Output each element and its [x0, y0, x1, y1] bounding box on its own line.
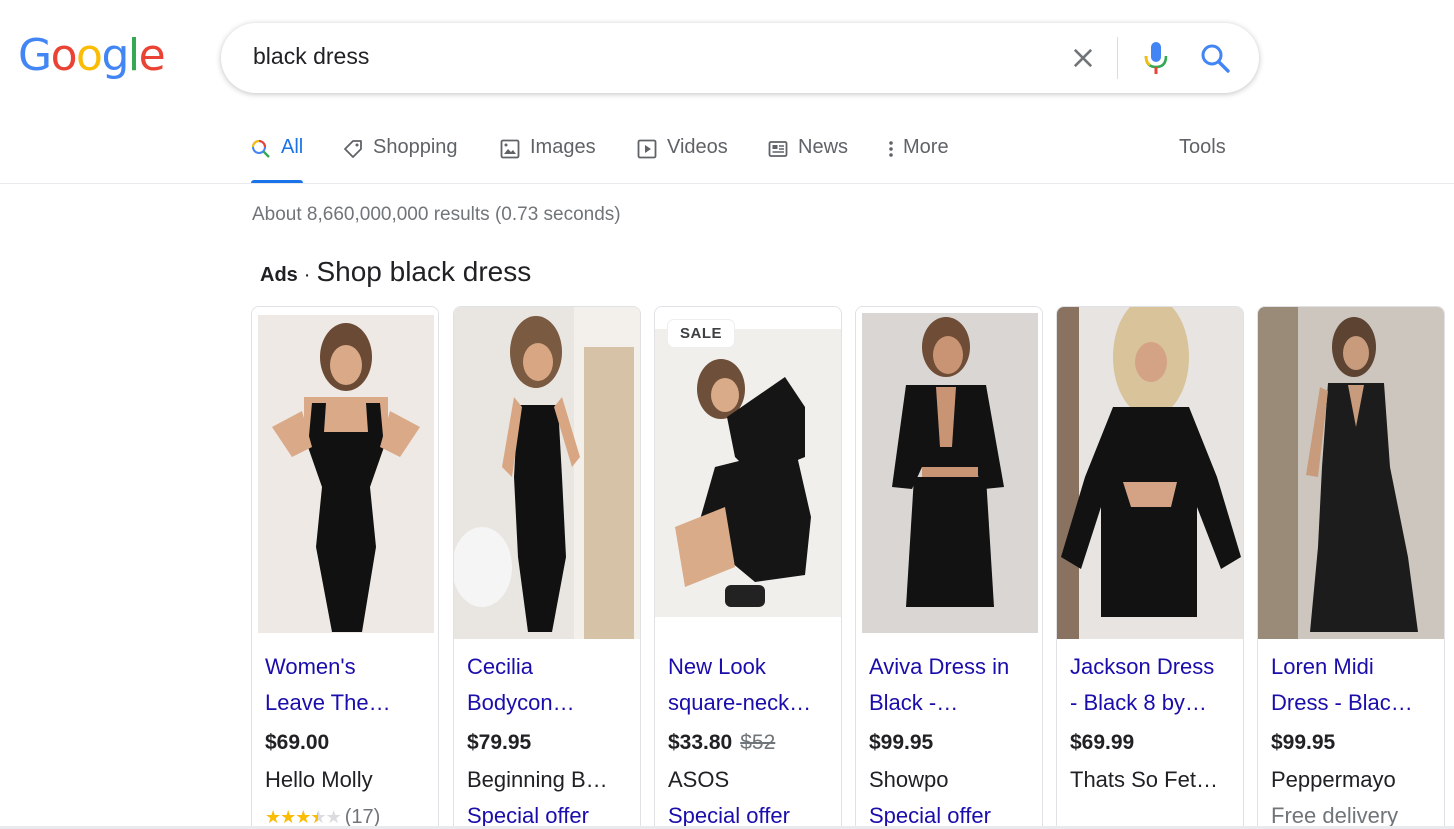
product-title-line: square-neck… [668, 690, 812, 715]
product-title-line: Loren Midi [1271, 654, 1374, 679]
sale-badge: SALE [668, 320, 735, 347]
play-icon [637, 139, 657, 159]
logo-letter: o [76, 30, 103, 81]
product-title[interactable]: Cecilia Bodycon… [467, 649, 635, 721]
product-title-line: Dress - Blac… [1271, 690, 1413, 715]
star-rating-icon: ★★★★★★ [265, 807, 342, 827]
search-input[interactable]: black dress [253, 43, 369, 70]
tab-more[interactable]: More [887, 136, 949, 183]
product-merchant: Beginning B… [467, 767, 608, 792]
product-image[interactable] [856, 307, 1042, 639]
search-icon[interactable] [1199, 42, 1231, 74]
google-logo[interactable]: Google [18, 30, 166, 81]
tab-label: More [903, 136, 949, 158]
product-price: $69.99 [1070, 731, 1135, 754]
tab-all[interactable]: All [251, 136, 304, 183]
search-icon [252, 140, 270, 158]
product-title-line: Jackson Dress [1070, 654, 1215, 679]
header-divider [0, 183, 1454, 184]
product-image[interactable]: SALE [655, 307, 841, 639]
product-image[interactable] [1057, 307, 1243, 639]
product-title-line: Black -… [869, 690, 959, 715]
search-divider [1117, 37, 1118, 79]
product-title-line: Leave The… [265, 690, 391, 715]
product-price: $99.95 [869, 731, 934, 754]
product-title-line: - Black 8 by… [1070, 690, 1207, 715]
tab-news[interactable]: News [768, 136, 848, 183]
product-price: $33.80 $52 [668, 731, 775, 755]
product-image[interactable] [252, 307, 438, 639]
product-title[interactable]: Loren Midi Dress - Blac… [1271, 649, 1439, 721]
product-card[interactable]: Jackson Dress - Black 8 by… $69.99 Thats… [1056, 306, 1244, 829]
product-image[interactable] [454, 307, 640, 639]
logo-letter: e [138, 30, 166, 81]
product-merchant: Thats So Fet… [1070, 767, 1218, 792]
tab-videos[interactable]: Videos [637, 136, 728, 183]
original-price: $52 [740, 731, 776, 754]
mic-icon[interactable] [1143, 41, 1169, 75]
product-card[interactable]: Aviva Dress in Black -… $99.95 Showpo Sp… [855, 306, 1043, 829]
product-title-line: Women's [265, 654, 356, 679]
tab-label: News [798, 136, 849, 158]
tab-images[interactable]: Images [500, 136, 596, 183]
tools-button[interactable]: Tools [1179, 136, 1226, 159]
ads-heading: Ads · Shop black dress [260, 256, 531, 288]
search-box: black dress [221, 23, 1259, 93]
ads-label: Ads [260, 264, 298, 286]
current-price: $33.80 [668, 731, 733, 754]
logo-letter: l [127, 30, 140, 81]
product-card[interactable]: Women's Leave The… $69.00 Hello Molly ★★… [251, 306, 439, 829]
close-icon[interactable] [1069, 44, 1097, 72]
product-title[interactable]: Aviva Dress in Black -… [869, 649, 1037, 721]
product-card[interactable]: Loren Midi Dress - Blac… $99.95 Pepperma… [1257, 306, 1445, 829]
logo-letter: G [18, 30, 52, 81]
tab-label: All [281, 136, 304, 158]
review-count: (17) [344, 806, 381, 828]
tag-icon [344, 140, 362, 158]
product-merchant: Peppermayo [1271, 767, 1396, 792]
ads-separator: · [303, 264, 311, 286]
product-image[interactable] [1258, 307, 1444, 639]
product-merchant: Hello Molly [265, 767, 373, 792]
product-title[interactable]: Jackson Dress - Black 8 by… [1070, 649, 1238, 721]
product-card[interactable]: Cecilia Bodycon… $79.95 Beginning B… Spe… [453, 306, 641, 829]
tab-label: Videos [667, 136, 728, 158]
news-icon [768, 141, 788, 157]
product-title-line: New Look [668, 654, 766, 679]
product-title[interactable]: New Look square-neck… [668, 649, 836, 721]
image-icon [500, 139, 520, 159]
product-title[interactable]: Women's Leave The… [265, 649, 433, 721]
product-price: $79.95 [467, 731, 532, 754]
product-title-line: Aviva Dress in [869, 654, 1010, 679]
tab-shopping[interactable]: Shopping [343, 136, 458, 183]
product-title-line: Bodycon… [467, 690, 575, 715]
logo-letter: o [50, 30, 78, 81]
product-title-line: Cecilia [467, 654, 534, 679]
tab-label: Images [530, 136, 596, 158]
result-stats: About 8,660,000,000 results (0.73 second… [252, 204, 621, 225]
logo-letter: g [101, 30, 129, 81]
product-price: $69.00 [265, 731, 330, 754]
tab-label: Shopping [373, 136, 458, 158]
product-price: $99.95 [1271, 731, 1336, 754]
ads-title: Shop black dress [316, 256, 532, 287]
product-merchant: ASOS [668, 767, 730, 792]
more-vert-icon [889, 141, 893, 157]
product-merchant: Showpo [869, 767, 949, 792]
product-card[interactable]: SALE New Look square-neck… $33.80 $52 ASO… [654, 306, 842, 829]
